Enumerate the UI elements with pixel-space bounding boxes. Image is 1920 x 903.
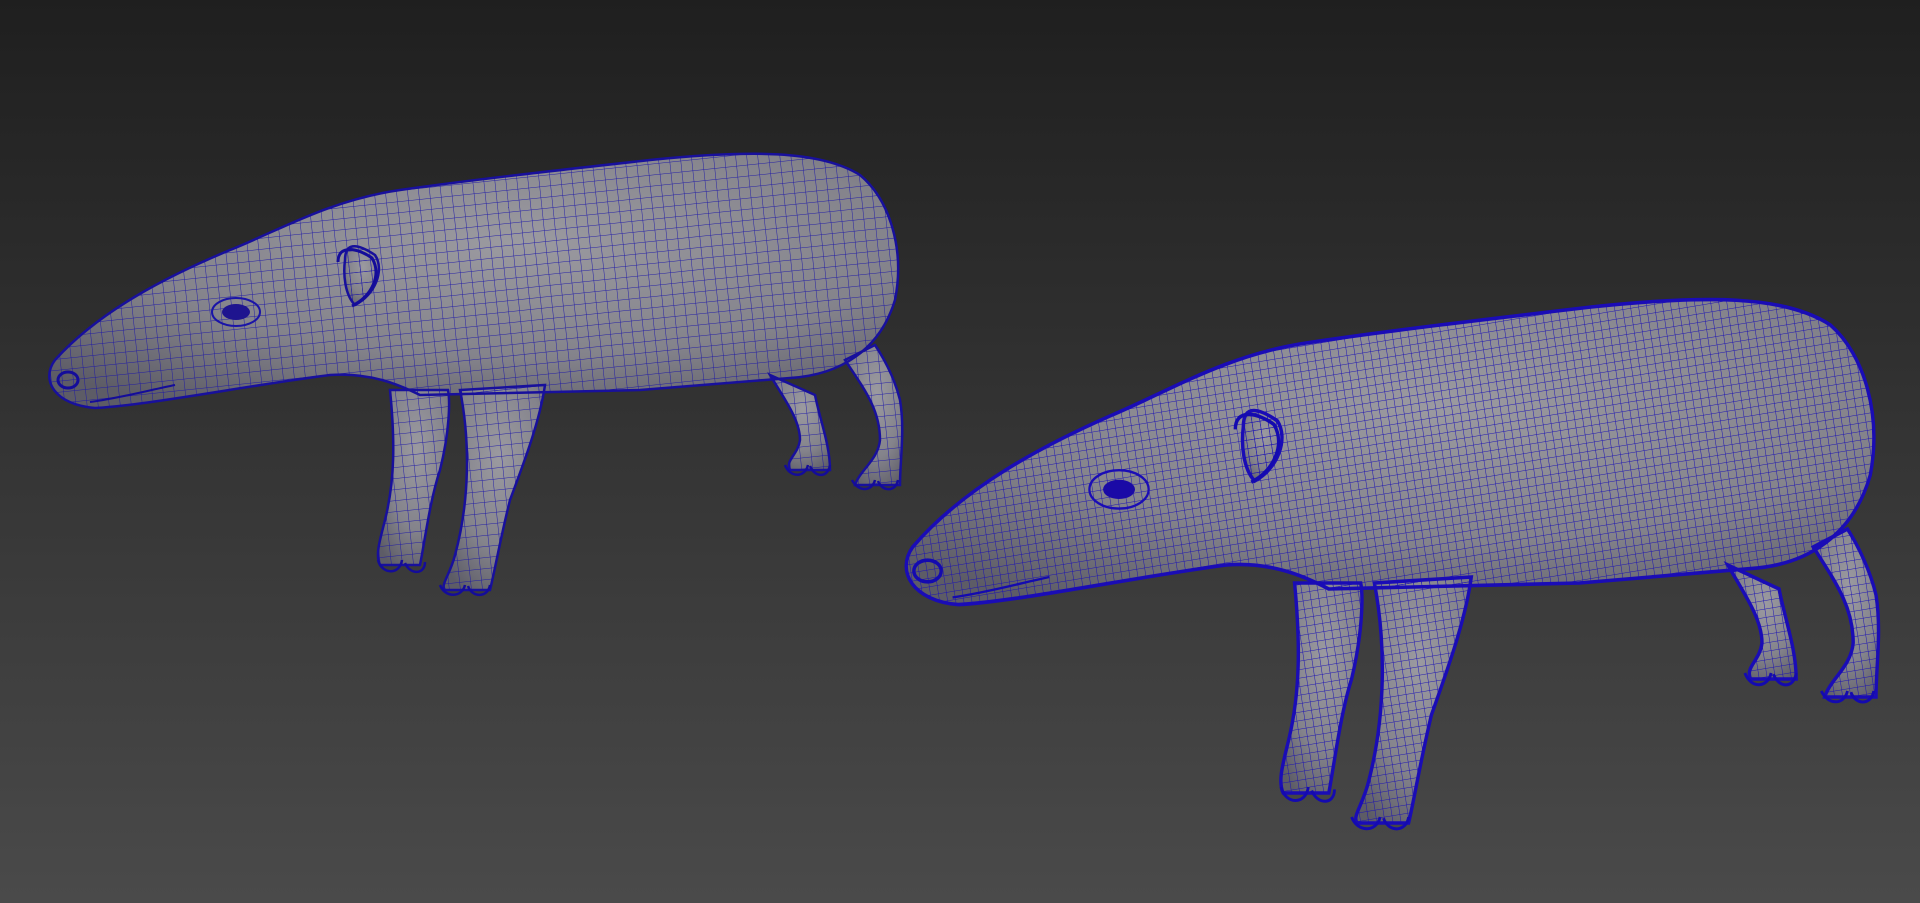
eye-detail bbox=[222, 304, 250, 320]
3d-viewport[interactable] bbox=[0, 0, 1920, 903]
viewport-canvas[interactable] bbox=[0, 0, 1920, 903]
eye-detail bbox=[1103, 479, 1135, 499]
